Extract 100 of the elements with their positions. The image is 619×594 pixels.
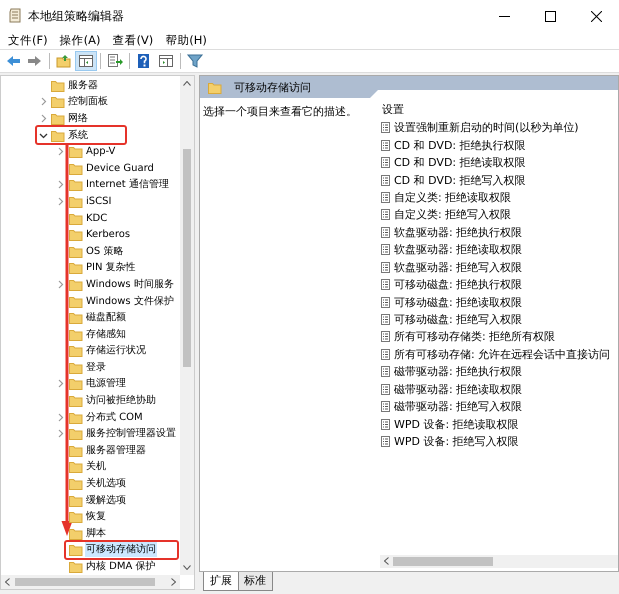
close-icon (590, 10, 602, 22)
document-list-icon (381, 279, 390, 290)
scroll-down-icon[interactable] (183, 565, 191, 570)
folder-icon (69, 328, 83, 341)
scroll-up-icon[interactable] (183, 81, 191, 86)
scroll-icon (8, 8, 22, 24)
chevron-down-icon[interactable] (38, 130, 48, 140)
menu-item[interactable]: 文件(F) (2, 33, 54, 48)
menu-item[interactable]: 帮助(H) (159, 33, 213, 48)
tree-item[interactable]: 关机选项 (85, 476, 127, 492)
tree-item[interactable]: 服务器管理器 (85, 442, 147, 458)
folder-icon (69, 526, 83, 540)
setting-item[interactable]: 自定义类: 拒绝读取权限 (394, 190, 512, 205)
setting-item[interactable]: 设置强制重新启动的时间(以秒为单位) (394, 120, 579, 136)
tree-item[interactable]: 可移动存储访问 (85, 542, 157, 558)
view-tab[interactable]: 扩展 (203, 572, 239, 591)
setting-item[interactable]: CD 和 DVD: 拒绝执行权限 (394, 138, 526, 153)
tree-item[interactable]: 电源管理 (85, 376, 127, 392)
tree-item[interactable]: 控制面板 (67, 94, 109, 110)
scroll-left-icon[interactable] (384, 557, 389, 565)
tree-item[interactable]: 访问被拒绝协助 (85, 393, 157, 408)
folder-icon (69, 410, 83, 424)
setting-item[interactable]: 软盘驱动器: 拒绝执行权限 (394, 224, 522, 240)
setting-item[interactable]: 磁带驱动器: 拒绝写入权限 (394, 399, 522, 414)
setting-item[interactable]: 磁带驱动器: 拒绝读取权限 (394, 382, 522, 397)
horizontal-scrollbar[interactable] (1, 575, 180, 589)
tree-item[interactable]: Windows 文件保护 (85, 294, 175, 309)
setting-item[interactable]: WPD 设备: 拒绝写入权限 (394, 434, 519, 450)
menu-item[interactable]: 查看(V) (106, 33, 160, 48)
setting-item[interactable]: CD 和 DVD: 拒绝读取权限 (394, 155, 526, 170)
setting-item[interactable]: 所有可移动存储类: 拒绝所有权限 (394, 329, 556, 344)
setting-item[interactable]: 自定义类: 拒绝写入权限 (394, 207, 512, 222)
tree-item[interactable]: KDC (85, 210, 108, 226)
folder-icon (69, 344, 83, 358)
setting-item[interactable]: 可移动磁盘: 拒绝写入权限 (394, 312, 522, 328)
folder-icon (51, 95, 65, 108)
folder-icon (69, 294, 83, 308)
document-list-icon (381, 314, 390, 326)
maximize-icon (544, 10, 556, 22)
document-list-icon (381, 296, 390, 308)
tree-item[interactable]: 恢复 (85, 509, 107, 524)
back-arrow-icon (5, 53, 21, 69)
document-list-icon (381, 209, 390, 220)
document-list-icon (381, 384, 390, 395)
folder-icon (51, 78, 65, 92)
column-header[interactable]: 设置 (382, 101, 404, 119)
tree-item[interactable]: 登录 (85, 360, 107, 375)
folder-icon (69, 162, 83, 175)
document-list-icon (381, 331, 390, 342)
chevron-right-icon[interactable] (56, 379, 64, 388)
tree-item[interactable]: Device Guard (85, 160, 155, 176)
chevron-right-icon[interactable] (56, 280, 64, 289)
tree-item[interactable]: Windows 时间服务 (85, 276, 175, 292)
setting-item[interactable]: 磁带驱动器: 拒绝执行权限 (394, 364, 522, 380)
document-list-icon (381, 366, 390, 378)
view-tab[interactable]: 标准 (237, 572, 273, 591)
tree-item[interactable]: 关机 (85, 459, 107, 474)
folder-icon (69, 194, 83, 208)
setting-item[interactable]: 软盘驱动器: 拒绝写入权限 (394, 260, 522, 275)
scroll-right-icon[interactable] (171, 578, 176, 586)
tree-item[interactable]: Kerberos (85, 227, 132, 242)
setting-item[interactable]: 所有可移动存储: 允许在远程会话中直接访问 (394, 346, 610, 362)
menu-item[interactable]: 操作(A) (54, 33, 106, 48)
folder-icon (69, 460, 83, 474)
document-list-icon (381, 226, 390, 238)
folder-icon (69, 377, 83, 390)
tree-item[interactable]: iSCSI (85, 194, 112, 209)
document-list-icon (381, 348, 390, 360)
tree-item[interactable]: 分布式 COM (85, 410, 144, 425)
setting-item[interactable]: 可移动磁盘: 拒绝读取权限 (394, 294, 522, 310)
chevron-right-icon[interactable] (56, 147, 64, 156)
tree-item[interactable]: OS 策略 (85, 244, 124, 259)
folder-icon (69, 444, 83, 457)
setting-item[interactable]: WPD 设备: 拒绝读取权限 (394, 416, 519, 432)
toolbar-button[interactable] (75, 51, 97, 71)
tree-item[interactable]: 脚本 (85, 526, 107, 541)
setting-item[interactable]: CD 和 DVD: 拒绝写入权限 (394, 172, 526, 188)
tree-item[interactable]: 缓解选项 (85, 492, 127, 508)
tree-item[interactable]: 系统 (67, 128, 89, 143)
tree-item[interactable]: 网络 (67, 110, 89, 126)
tree-item[interactable]: 内核 DMA 保护 (85, 559, 157, 574)
horizontal-scrollbar[interactable] (380, 555, 618, 568)
folder-icon (69, 212, 83, 225)
setting-item[interactable]: 软盘驱动器: 拒绝读取权限 (394, 242, 522, 258)
vertical-scrollbar[interactable] (180, 76, 194, 575)
tree-item[interactable]: 服务器 (67, 78, 99, 93)
tree-item[interactable]: App-V (85, 144, 116, 160)
document-list-icon (381, 262, 390, 273)
folder-icon (69, 261, 83, 274)
folder-up-icon (56, 53, 72, 69)
pane-play-icon (158, 53, 174, 69)
setting-item[interactable]: 可移动磁盘: 拒绝执行权限 (394, 277, 522, 292)
tree-item[interactable]: 存储感知 (85, 326, 127, 342)
tree-item[interactable]: 服务控制管理器设置 (85, 426, 177, 442)
tree-item[interactable]: PIN 复杂性 (85, 260, 137, 276)
tree-item[interactable]: 磁盘配额 (85, 310, 127, 326)
tree-item[interactable]: Internet 通信管理 (85, 177, 170, 192)
scroll-left-icon[interactable] (5, 578, 10, 586)
folder-icon (69, 244, 83, 258)
tree-item[interactable]: 存储运行状况 (85, 343, 147, 358)
